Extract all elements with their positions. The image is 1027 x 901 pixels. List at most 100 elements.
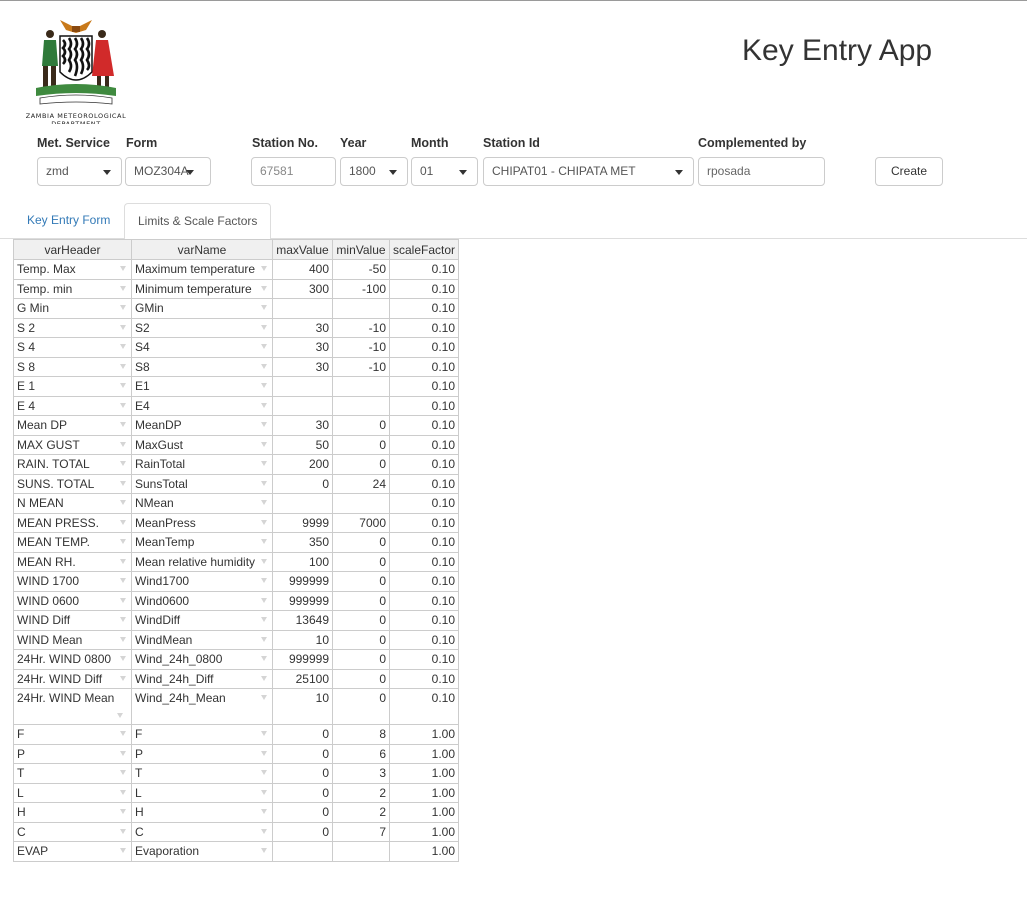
cell-minvalue[interactable]: 0: [332, 551, 390, 572]
cell-varname[interactable]: H: [131, 802, 273, 823]
tab-limits-scale-factors[interactable]: Limits & Scale Factors: [124, 203, 272, 240]
cell-maxvalue[interactable]: 13649: [272, 610, 333, 631]
cell-varheader[interactable]: 24Hr. WIND Mean: [13, 688, 132, 725]
cell-varname[interactable]: Wind_24h_Mean: [131, 688, 273, 725]
cell-varname[interactable]: WindDiff: [131, 610, 273, 631]
cell-scalefactor[interactable]: 0.10: [388, 668, 460, 689]
cell-varheader[interactable]: RAIN. TOTAL: [13, 454, 132, 475]
cell-scalefactor[interactable]: 1.00: [388, 782, 460, 803]
dropdown-arrow-icon[interactable]: [261, 809, 267, 814]
cell-maxvalue[interactable]: 0: [272, 802, 333, 823]
dropdown-arrow-icon[interactable]: [261, 363, 267, 369]
cell-minvalue[interactable]: 24: [332, 473, 390, 494]
cell-scalefactor[interactable]: 1.00: [388, 763, 460, 784]
cell-maxvalue[interactable]: 200: [272, 454, 333, 475]
cell-maxvalue[interactable]: 350: [272, 532, 333, 553]
dropdown-arrow-icon[interactable]: [261, 789, 267, 795]
cell-varname[interactable]: MeanPress: [131, 512, 273, 533]
dropdown-arrow-icon[interactable]: [261, 519, 267, 525]
cell-scalefactor[interactable]: 0.10: [388, 337, 460, 358]
cell-varname[interactable]: MeanDP: [131, 415, 273, 436]
dropdown-arrow-icon[interactable]: [261, 617, 267, 622]
station-no-input[interactable]: 67581: [251, 157, 336, 186]
cell-varname[interactable]: GMin: [131, 298, 273, 319]
cell-varheader[interactable]: WIND 0600: [13, 590, 132, 611]
cell-minvalue[interactable]: [332, 841, 390, 862]
cell-maxvalue[interactable]: 0: [272, 763, 333, 784]
cell-scalefactor[interactable]: 0.10: [388, 649, 460, 670]
cell-varheader[interactable]: G Min: [13, 298, 132, 319]
cell-minvalue[interactable]: 0: [332, 415, 390, 436]
cell-varname[interactable]: Wind0600: [131, 590, 273, 611]
cell-minvalue[interactable]: 0: [332, 688, 390, 725]
cell-scalefactor[interactable]: 0.10: [388, 688, 460, 725]
cell-minvalue[interactable]: 0: [332, 668, 390, 689]
cell-varheader[interactable]: L: [13, 782, 132, 803]
complemented-by-input[interactable]: rposada: [698, 157, 825, 186]
cell-minvalue[interactable]: [332, 298, 390, 319]
cell-varname[interactable]: Wind1700: [131, 571, 273, 592]
cell-varheader[interactable]: E 1: [13, 376, 132, 397]
cell-varheader[interactable]: EVAP: [13, 841, 132, 862]
dropdown-arrow-icon[interactable]: [120, 519, 126, 525]
cell-scalefactor[interactable]: 0.10: [388, 376, 460, 397]
cell-varheader[interactable]: H: [13, 802, 132, 823]
dropdown-arrow-icon[interactable]: [261, 558, 267, 564]
dropdown-arrow-icon[interactable]: [120, 789, 126, 795]
dropdown-arrow-icon[interactable]: [261, 770, 267, 775]
dropdown-arrow-icon[interactable]: [120, 324, 126, 330]
cell-maxvalue[interactable]: 999999: [272, 649, 333, 670]
cell-maxvalue[interactable]: 999999: [272, 571, 333, 592]
cell-scalefactor[interactable]: 0.10: [388, 571, 460, 592]
cell-maxvalue[interactable]: [272, 841, 333, 862]
cell-minvalue[interactable]: 2: [332, 802, 390, 823]
station-id-select[interactable]: CHIPAT01 - CHIPATA MET: [483, 157, 694, 186]
cell-scalefactor[interactable]: 0.10: [388, 259, 460, 280]
dropdown-arrow-icon[interactable]: [261, 828, 267, 834]
column-header-maxvalue[interactable]: maxValue: [272, 239, 333, 260]
cell-minvalue[interactable]: 0: [332, 571, 390, 592]
cell-scalefactor[interactable]: 1.00: [388, 841, 460, 862]
dropdown-arrow-icon[interactable]: [261, 500, 267, 505]
dropdown-arrow-icon[interactable]: [261, 731, 267, 736]
dropdown-arrow-icon[interactable]: [117, 713, 123, 718]
dropdown-arrow-icon[interactable]: [120, 770, 126, 775]
cell-minvalue[interactable]: 7: [332, 821, 390, 842]
cell-minvalue[interactable]: -100: [332, 278, 390, 299]
cell-maxvalue[interactable]: 50: [272, 434, 333, 455]
cell-varheader[interactable]: WIND Mean: [13, 629, 132, 650]
cell-varheader[interactable]: S 2: [13, 317, 132, 338]
dropdown-arrow-icon[interactable]: [120, 402, 126, 408]
dropdown-arrow-icon[interactable]: [120, 731, 126, 736]
tab-key-entry-form[interactable]: Key Entry Form: [14, 203, 123, 239]
cell-maxvalue[interactable]: 30: [272, 356, 333, 377]
cell-varname[interactable]: E4: [131, 395, 273, 416]
cell-minvalue[interactable]: 0: [332, 532, 390, 553]
month-select[interactable]: 01: [411, 157, 478, 186]
cell-scalefactor[interactable]: 0.10: [388, 512, 460, 533]
cell-varname[interactable]: S2: [131, 317, 273, 338]
dropdown-arrow-icon[interactable]: [120, 675, 126, 681]
cell-varheader[interactable]: MEAN RH.: [13, 551, 132, 572]
dropdown-arrow-icon[interactable]: [261, 402, 267, 408]
column-header-scalefactor[interactable]: scaleFactor: [388, 239, 460, 260]
dropdown-arrow-icon[interactable]: [120, 656, 126, 661]
dropdown-arrow-icon[interactable]: [120, 441, 126, 447]
dropdown-arrow-icon[interactable]: [261, 578, 267, 583]
cell-scalefactor[interactable]: 0.10: [388, 298, 460, 319]
met-service-select[interactable]: zmd: [37, 157, 122, 186]
dropdown-arrow-icon[interactable]: [120, 809, 126, 814]
cell-varheader[interactable]: E 4: [13, 395, 132, 416]
cell-scalefactor[interactable]: 0.10: [388, 454, 460, 475]
cell-minvalue[interactable]: 0: [332, 649, 390, 670]
cell-varheader[interactable]: F: [13, 724, 132, 745]
cell-varheader[interactable]: WIND Diff: [13, 610, 132, 631]
dropdown-arrow-icon[interactable]: [261, 597, 267, 603]
cell-varname[interactable]: NMean: [131, 493, 273, 514]
dropdown-arrow-icon[interactable]: [261, 675, 267, 681]
cell-varname[interactable]: P: [131, 743, 273, 764]
dropdown-arrow-icon[interactable]: [120, 848, 126, 853]
cell-varheader[interactable]: S 8: [13, 356, 132, 377]
cell-minvalue[interactable]: [332, 376, 390, 397]
cell-maxvalue[interactable]: [272, 298, 333, 319]
